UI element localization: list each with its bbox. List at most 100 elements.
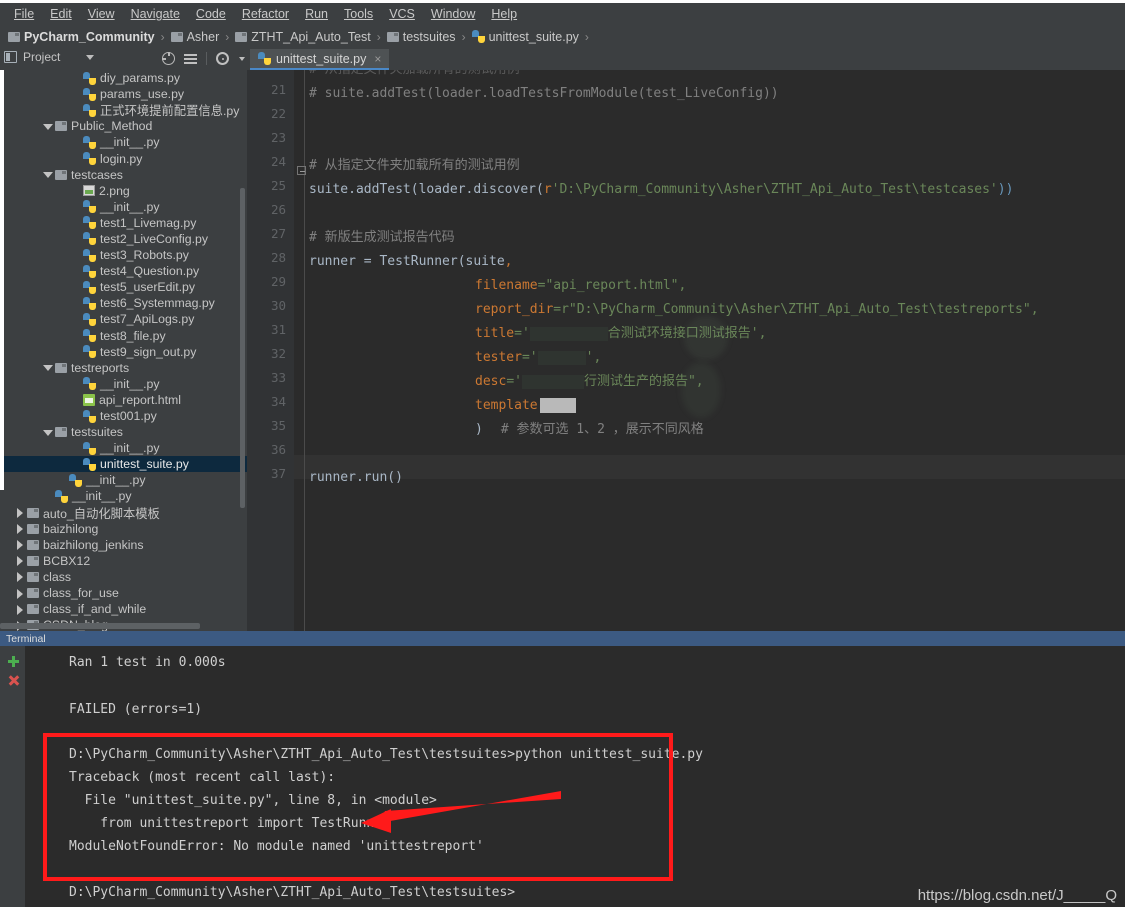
menu-item-window[interactable]: Window [423,5,483,23]
chevron-down-icon[interactable] [86,54,95,60]
project-toolwindow-tab[interactable]: Project [4,50,95,64]
tree-item[interactable]: __init__.py [0,376,247,392]
tree-item[interactable]: test9_sign_out.py [0,344,247,360]
menu-item-file[interactable]: File [6,5,42,23]
tree-item[interactable]: login.py [0,150,247,166]
menu-item-run[interactable]: Run [297,5,336,23]
menu-item-refactor[interactable]: Refactor [234,5,297,23]
menu-label: Navigate [130,7,180,21]
plus-icon[interactable] [8,656,19,667]
chevron-right-icon[interactable] [14,539,25,551]
tree-item-label: unittest_suite.py [100,457,189,472]
breadcrumb-item-testsuites[interactable]: testsuites [386,30,456,44]
tree-item[interactable]: __init__.py [0,199,247,215]
chevron-down-icon[interactable] [42,121,53,132]
tree-item[interactable]: class_if_and_while [0,601,247,617]
chevron-down-icon[interactable] [42,427,53,438]
breadcrumb-item-project[interactable]: PyCharm_Community [8,30,155,44]
tree-item[interactable]: test5_userEdit.py [0,279,247,295]
tree-item[interactable]: class_for_use [0,585,247,601]
terminal-output[interactable]: Ran 1 test in 0.000s FAILED (errors=1) D… [25,646,1125,907]
tree-item[interactable]: api_report.html [0,392,247,408]
tree-vertical-scrollbar[interactable] [240,188,245,508]
folder-icon [386,31,399,42]
code-fold-marker[interactable] [297,166,308,177]
tree-item[interactable]: __init__.py [0,472,247,488]
chevron-right-icon[interactable] [14,571,25,583]
project-icon [4,51,17,63]
menu-item-help[interactable]: Help [483,5,525,23]
tree-item[interactable]: test2_LiveConfig.py [0,231,247,247]
tree-item[interactable]: testsuites [0,424,247,440]
tree-item[interactable]: __init__.py [0,134,247,150]
tree-item[interactable]: BCBX12 [0,553,247,569]
python-file-icon [83,280,96,294]
tree-item[interactable]: __init__.py [0,440,247,456]
terminal-header[interactable]: Terminal [0,631,1125,646]
tree-item[interactable]: unittest_suite.py [0,456,247,473]
tree-item[interactable]: class [0,569,247,585]
target-icon[interactable] [162,52,175,65]
chevron-down-icon[interactable] [239,56,245,61]
tree-item[interactable]: testreports [0,360,247,376]
folder-icon [27,539,39,550]
menu-label: View [87,7,115,21]
close-icon[interactable]: × [374,52,381,66]
tree-item[interactable]: testcases [0,167,247,183]
breadcrumb-item-file[interactable]: unittest_suite.py [471,30,579,44]
tree-horizontal-scrollbar[interactable] [0,623,200,629]
tree-item[interactable]: test8_file.py [0,328,247,344]
folder-icon [55,121,67,132]
line-number: 25 [270,178,286,193]
code-editor[interactable]: 21 22 23 24 25 26 27 28 29 30 31 32 33 34 35 36 37 # 从指定… [247,70,1125,631]
tree-item[interactable]: Public_Method [0,118,247,134]
menu-bar: File Edit View Navigate Code Refactor Ru… [0,3,1125,25]
line-number: 32 [270,346,286,361]
chevron-down-icon[interactable] [42,169,53,180]
chevron-right-icon[interactable] [14,604,25,615]
tree-item[interactable]: baizhilong_jenkins [0,537,247,553]
python-file-icon [83,377,96,391]
menu-item-navigate[interactable]: Navigate [123,5,188,23]
chevron-down-icon[interactable] [42,362,53,373]
tree-item[interactable]: test4_Question.py [0,263,247,279]
tree-item[interactable]: test1_Livemag.py [0,215,247,231]
collapse-all-icon[interactable] [184,52,197,65]
menu-item-code[interactable]: Code [188,5,234,23]
editor-gutter[interactable]: 21 22 23 24 25 26 27 28 29 30 31 32 33 34 35 36 37 [247,70,294,631]
tree-item[interactable]: test7_ApiLogs.py [0,311,247,327]
tree-item[interactable]: 正式环境提前配置信息.py [0,102,247,118]
editor-tab-unittest-suite[interactable]: unittest_suite.py × [250,49,390,70]
chevron-right-icon[interactable] [14,588,25,599]
tree-item[interactable]: baizhilong [0,521,247,537]
project-tree[interactable]: diy_params.py params_use.py 正式环境提前配置信息.py P… [0,70,247,631]
tree-item[interactable]: 2.png [0,183,247,199]
tree-item[interactable]: params_use.py [0,86,247,102]
menu-item-tools[interactable]: Tools [336,5,381,23]
tree-item[interactable]: diy_params.py [0,70,247,86]
menu-item-edit[interactable]: Edit [42,5,80,23]
code-content[interactable]: # 从指定文件夹加载所有的测试用例 # suite.addTest(loader… [309,70,1125,631]
chevron-right-icon[interactable] [14,555,25,567]
gear-icon[interactable] [216,52,229,65]
python-file-icon [83,152,96,166]
project-label: Project [23,50,61,64]
menu-item-vcs[interactable]: VCS [381,5,423,23]
tree-item[interactable]: test001.py [0,408,247,424]
close-icon[interactable] [8,675,20,686]
breadcrumb-item-asher[interactable]: Asher [170,30,219,44]
tree-item[interactable]: auto_自动化脚本模板 [0,505,247,521]
chevron-right-icon[interactable] [14,507,25,519]
menu-item-view[interactable]: View [80,5,123,23]
code-param: tester [475,350,522,365]
folder-icon [170,31,183,42]
tree-item-label: testcases [71,167,123,182]
chevron-right-icon[interactable] [14,523,25,535]
tree-item[interactable]: test3_Robots.py [0,247,247,263]
tree-item[interactable]: __init__.py [0,488,247,504]
tree-item-label: 2.png [99,183,130,198]
tree-item[interactable]: test6_Systemmag.py [0,295,247,311]
breadcrumb-item-ztht[interactable]: ZTHT_Api_Auto_Test [235,30,371,44]
